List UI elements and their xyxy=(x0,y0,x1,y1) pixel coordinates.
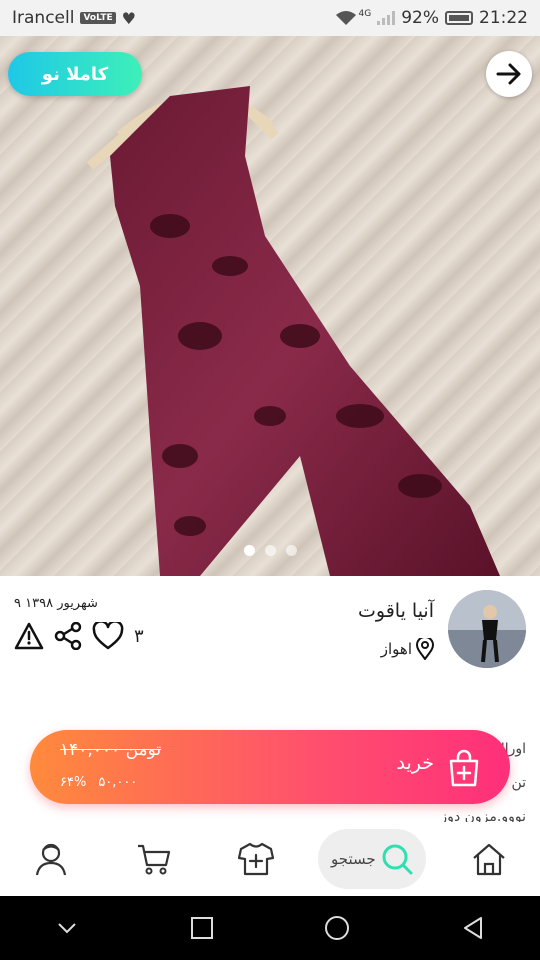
shopping-bag-icon xyxy=(446,749,482,791)
battery-percent: 92% xyxy=(401,8,439,28)
nav-search[interactable]: جستجو xyxy=(318,829,427,889)
carousel-indicator xyxy=(0,545,540,556)
volte-icon: VoLTE xyxy=(80,12,116,24)
seller-section: آنیا یاقوت اهواز ۹ شهریور ۱۳۹۸ ۳ xyxy=(0,580,540,680)
battery-icon xyxy=(445,11,473,25)
carousel-dot[interactable] xyxy=(243,545,255,556)
nav-home[interactable] xyxy=(449,829,529,889)
search-label: جستجو xyxy=(331,850,376,868)
search-icon xyxy=(382,844,413,875)
back-triangle-icon[interactable] xyxy=(461,916,485,940)
buy-label: خرید xyxy=(396,752,435,774)
carousel-dot[interactable] xyxy=(285,545,297,556)
profile-icon xyxy=(36,843,67,876)
carrier-name: Irancell xyxy=(12,8,75,28)
home-icon xyxy=(473,843,505,876)
chevron-down-icon[interactable] xyxy=(55,916,79,940)
like-count: ۳ xyxy=(134,625,144,647)
location-pin-icon xyxy=(416,638,434,660)
condition-badge: کاملا نو xyxy=(8,52,142,96)
location-label: اهواز xyxy=(380,640,412,658)
seller-avatar[interactable] xyxy=(448,590,526,668)
product-photo xyxy=(86,86,500,576)
bottom-navigation: جستجو xyxy=(0,822,540,896)
discounted-price: ۵۰,۰۰۰ xyxy=(98,775,138,790)
status-right: 4G 92% 21:22 xyxy=(335,8,528,28)
nav-add-product[interactable] xyxy=(216,829,296,889)
heart-status-icon: ♥ xyxy=(121,8,136,28)
price-info: ۶۴% ۵۰,۰۰۰ xyxy=(60,775,137,790)
wifi-icon xyxy=(335,11,356,25)
system-navigation-bar xyxy=(0,896,540,960)
discount-percent: ۶۴% xyxy=(60,775,87,790)
post-date: ۹ شهریور ۱۳۹۸ xyxy=(14,596,98,611)
network-type: 4G xyxy=(358,9,372,19)
share-icon[interactable] xyxy=(54,622,82,650)
post-actions: ۳ xyxy=(14,622,144,650)
status-left: Irancell VoLTE ♥ xyxy=(12,8,136,28)
clock: 21:22 xyxy=(479,8,528,28)
original-price: ۱۴۰,۰۰۰ تومن xyxy=(60,740,162,760)
home-circle-icon[interactable] xyxy=(324,915,350,941)
recent-apps-icon[interactable] xyxy=(190,916,214,940)
like-heart-icon[interactable] xyxy=(92,622,124,650)
add-clothing-icon xyxy=(237,842,275,876)
back-button[interactable] xyxy=(486,51,532,97)
buy-button[interactable]: خرید ۱۴۰,۰۰۰ تومن ۶۴% ۵۰,۰۰۰ xyxy=(30,730,510,804)
arrow-right-icon xyxy=(496,63,521,85)
seller-name[interactable]: آنیا یاقوت xyxy=(358,600,434,622)
avatar-photo xyxy=(448,590,526,668)
nav-profile[interactable] xyxy=(11,829,91,889)
status-bar: Irancell VoLTE ♥ 4G 92% 21:22 xyxy=(0,0,540,36)
seller-location: اهواز xyxy=(381,638,434,660)
report-warning-icon[interactable] xyxy=(14,622,44,650)
signal-icon xyxy=(377,11,396,25)
nav-cart[interactable] xyxy=(114,829,194,889)
product-image-carousel[interactable]: کاملا نو xyxy=(0,36,540,576)
cart-icon xyxy=(137,844,170,875)
carousel-dot[interactable] xyxy=(264,545,276,556)
